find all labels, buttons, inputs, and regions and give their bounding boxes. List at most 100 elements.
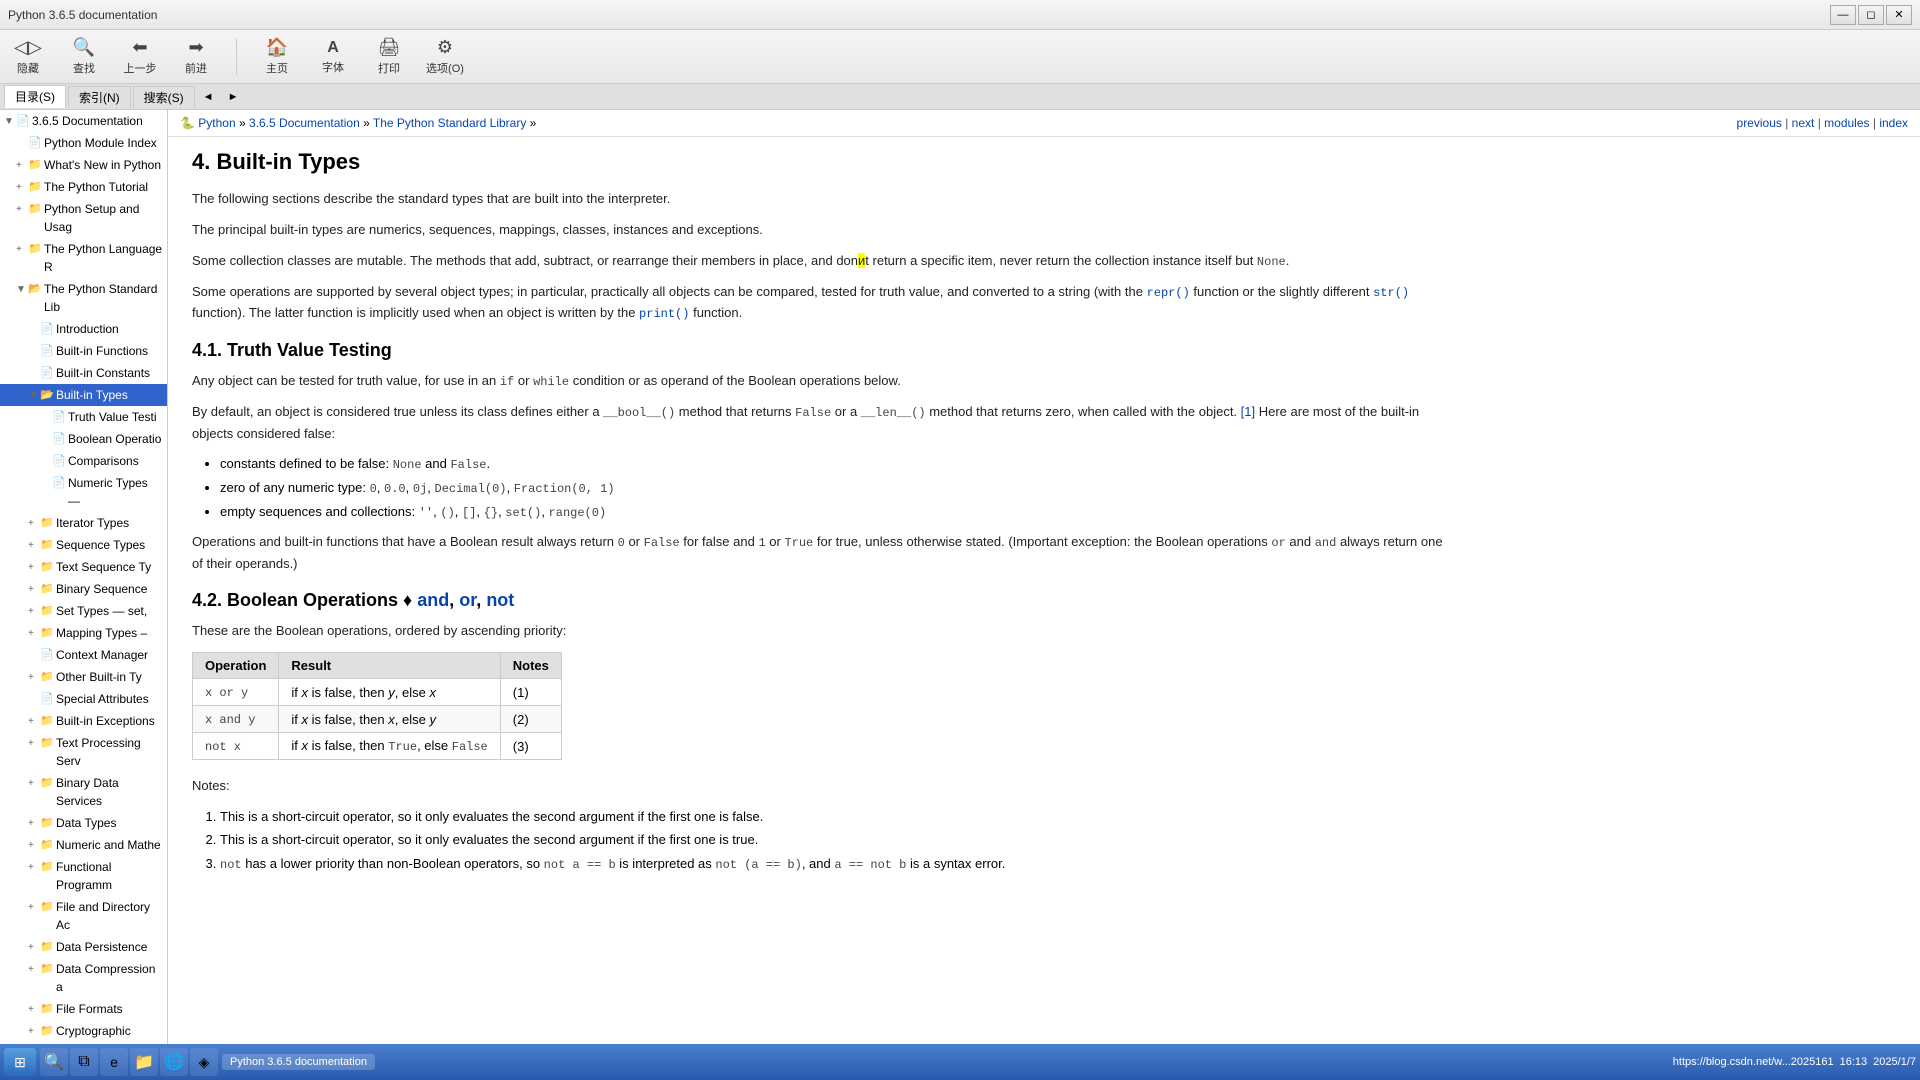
print-button[interactable]: 🖨 打印	[369, 37, 409, 76]
sidebar-item-textseq[interactable]: + 📁 Text Sequence Ty	[0, 556, 167, 578]
col-header-result: Result	[279, 653, 500, 679]
note-3: not has a lower priority than non-Boolea…	[220, 854, 1444, 874]
cortana-icon: 🔍	[44, 1052, 64, 1072]
start-button[interactable]: ⊞	[4, 1048, 36, 1076]
forward-button[interactable]: ➡ 前进	[176, 37, 216, 76]
and-link[interactable]: and	[417, 590, 449, 610]
nav-index-link[interactable]: index	[1879, 116, 1908, 130]
breadcrumb-python-link[interactable]: Python	[198, 116, 235, 130]
print-link[interactable]: print()	[639, 307, 689, 321]
sidebar-item-builtinexcept[interactable]: + 📁 Built-in Exceptions	[0, 710, 167, 732]
sidebar-item-specialattrs[interactable]: 📄 Special Attributes	[0, 688, 167, 710]
sidebar-item-stdlib[interactable]: ▼ 📂 The Python Standard Lib	[0, 278, 167, 318]
sidebar-item-iteratortypes[interactable]: + 📁 Iterator Types	[0, 512, 167, 534]
sidebar-item-whatsnew[interactable]: + 📁 What's New in Python	[0, 154, 167, 176]
sidebar-item-builtintypes[interactable]: ▼ 📂 Built-in Types	[0, 384, 167, 406]
tab-index[interactable]: 索引(N)	[68, 86, 131, 108]
sidebar-item-datacompress[interactable]: + 📁 Data Compression a	[0, 958, 167, 998]
sidebar-item-fileaccess[interactable]: + 📁 File and Directory Ac	[0, 896, 167, 936]
maximize-button[interactable]: ◻	[1858, 5, 1884, 25]
taskbar-app-taskview[interactable]: ⧉	[70, 1048, 98, 1076]
tab-back-arrow[interactable]: ◄	[197, 89, 220, 105]
forward-icon: ➡	[188, 37, 203, 58]
sidebar-item-context[interactable]: 📄 Context Manager	[0, 644, 167, 666]
breadcrumb-doc365-link[interactable]: 3.6.5 Documentation	[249, 116, 360, 130]
toolbar: ◁▷ 隐藏 🔍 查找 ⬅ 上一步 ➡ 前进 🏠 主页 A 字体 🖨 打印 ⚙ 选…	[0, 30, 1920, 84]
sidebar-item-booleanops[interactable]: 📄 Boolean Operatio	[0, 428, 167, 450]
none-code: None	[1257, 255, 1286, 269]
taskbar-app-vscode[interactable]: ◈	[190, 1048, 218, 1076]
truth-para-3: Operations and built-in functions that h…	[192, 532, 1444, 574]
sidebar-item-settypes[interactable]: + 📁 Set Types — set,	[0, 600, 167, 622]
window-title: Python 3.6.5 documentation	[8, 8, 157, 22]
find-button[interactable]: 🔍 查找	[64, 37, 104, 76]
sidebar-item-datatypes[interactable]: + 📁 Data Types	[0, 812, 167, 834]
nav-modules-link[interactable]: modules	[1824, 116, 1869, 130]
result-3: if x is false, then True, else False	[279, 733, 500, 760]
hide-icon: ◁▷	[14, 37, 42, 58]
nav-previous-link[interactable]: previous	[1737, 116, 1782, 130]
notes-list: This is a short-circuit operator, so it …	[220, 807, 1444, 874]
taskbar-app-chrome[interactable]: 🌐	[160, 1048, 188, 1076]
sidebar-item-comparisons[interactable]: 📄 Comparisons	[0, 450, 167, 472]
hide-button[interactable]: ◁▷ 隐藏	[8, 37, 48, 76]
not-link[interactable]: not	[486, 590, 514, 610]
op-1: x or y	[193, 679, 279, 706]
home-icon: 🏠	[266, 37, 288, 58]
breadcrumb: 🐍 Python » 3.6.5 Documentation » The Pyt…	[168, 110, 1920, 137]
sidebar-item-setup[interactable]: + 📁 Python Setup and Usag	[0, 198, 167, 238]
sidebar-item-funcprog[interactable]: + 📁 Functional Programm	[0, 856, 167, 896]
sidebar-item-numerictypes[interactable]: 📄 Numeric Types —	[0, 472, 167, 512]
close-button[interactable]: ✕	[1886, 5, 1912, 25]
sidebar-item-otherbuiltin[interactable]: + 📁 Other Built-in Ty	[0, 666, 167, 688]
table-row-3: not x if x is false, then True, else Fal…	[193, 733, 562, 760]
nav-next-link[interactable]: next	[1792, 116, 1815, 130]
note-2: This is a short-circuit operator, so it …	[220, 830, 1444, 850]
tab-forward-arrow[interactable]: ►	[222, 89, 245, 105]
font-label: 字体	[322, 59, 344, 75]
taskbar-app-explorer[interactable]: 📁	[130, 1048, 158, 1076]
sidebar-item-truthvalue[interactable]: 📄 Truth Value Testi	[0, 406, 167, 428]
find-icon: 🔍	[73, 37, 95, 58]
sidebar-item-mapping[interactable]: + 📁 Mapping Types –	[0, 622, 167, 644]
taskbar-url: https://blog.csdn.net/w...2025161	[1673, 1056, 1834, 1068]
sidebar-item-numericmath[interactable]: + 📁 Numeric and Mathe	[0, 834, 167, 856]
sidebar-item-pymodule[interactable]: 📄 Python Module Index	[0, 132, 167, 154]
font-button[interactable]: A 字体	[313, 39, 353, 75]
sidebar-item-intro[interactable]: 📄 Introduction	[0, 318, 167, 340]
or-link[interactable]: or	[459, 590, 476, 610]
sidebar-item-fileformats[interactable]: + 📁 File Formats	[0, 998, 167, 1020]
home-button[interactable]: 🏠 主页	[257, 37, 297, 76]
minimize-button[interactable]: —	[1830, 5, 1856, 25]
op-2: x and y	[193, 706, 279, 733]
sidebar-item-datapersist[interactable]: + 📁 Data Persistence	[0, 936, 167, 958]
op-3: not x	[193, 733, 279, 760]
taskbar-app-edge[interactable]: e	[100, 1048, 128, 1076]
str-link[interactable]: str()	[1373, 286, 1409, 300]
options-label: 选项(O)	[426, 60, 464, 76]
home-label: 主页	[266, 60, 288, 76]
tab-search[interactable]: 搜索(S)	[133, 86, 195, 108]
breadcrumb-stdlib-link[interactable]: The Python Standard Library	[373, 116, 526, 130]
sidebar-item-seqtypes[interactable]: + 📁 Sequence Types	[0, 534, 167, 556]
prev-button[interactable]: ⬅ 上一步	[120, 37, 160, 76]
sidebar-item-binaryseq[interactable]: + 📁 Binary Sequence	[0, 578, 167, 600]
sidebar-item-builtinfuncs[interactable]: 📄 Built-in Functions	[0, 340, 167, 362]
taskbar-app-cortana[interactable]: 🔍	[40, 1048, 68, 1076]
sidebar-item-tutorial[interactable]: + 📁 The Python Tutorial	[0, 176, 167, 198]
repr-link[interactable]: repr()	[1147, 286, 1190, 300]
sidebar-item-doc365[interactable]: ▼ 📄 3.6.5 Documentation	[0, 110, 167, 132]
notes-3: (3)	[500, 733, 561, 760]
prev-icon: ⬅	[132, 37, 147, 58]
sidebar-item-language[interactable]: + 📁 The Python Language R	[0, 238, 167, 278]
print-icon: 🖨	[378, 37, 401, 58]
sidebar-item-builtinconsts[interactable]: 📄 Built-in Constants	[0, 362, 167, 384]
tab-contents[interactable]: 目录(S)	[4, 85, 66, 108]
taskbar-doc-window[interactable]: Python 3.6.5 documentation	[222, 1054, 375, 1070]
truth-ref-link[interactable]: [1]	[1241, 404, 1255, 419]
truth-para-1: Any object can be tested for truth value…	[192, 371, 1444, 392]
sidebar-item-binarydata[interactable]: + 📁 Binary Data Services	[0, 772, 167, 812]
sidebar-item-textproc[interactable]: + 📁 Text Processing Serv	[0, 732, 167, 772]
options-button[interactable]: ⚙ 选项(O)	[425, 37, 465, 76]
note-1: This is a short-circuit operator, so it …	[220, 807, 1444, 827]
